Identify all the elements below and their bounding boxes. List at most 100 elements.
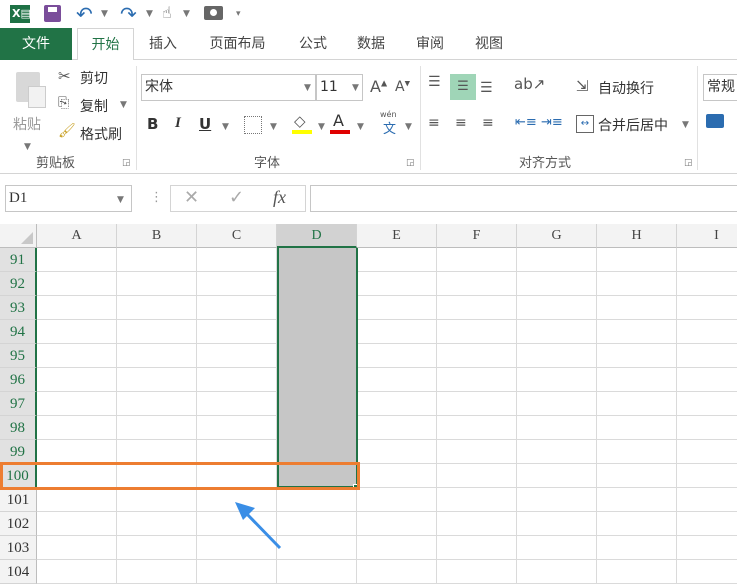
accounting-format-icon[interactable] [706,114,724,128]
font-color-dropdown-icon[interactable]: ▼ [357,122,364,132]
merge-center-button[interactable]: 合并后居中 [598,115,668,135]
align-top-icon[interactable]: ☰ [428,74,441,90]
phonetic-button[interactable]: 文 [383,118,396,137]
customize-icon[interactable]: ▾ [236,9,241,19]
underline-button[interactable]: U [199,115,211,133]
column-header-f[interactable]: F [437,224,517,248]
increase-indent-icon[interactable]: ⇥≡ [541,115,563,130]
undo-icon[interactable]: ↶ [76,2,93,26]
align-center-icon[interactable]: ≡ [455,115,467,131]
row-header-93[interactable]: 93 [0,296,37,320]
insert-function-icon[interactable]: fx [273,187,286,208]
alignment-launcher-icon[interactable]: ◲ [684,158,693,168]
row-gridline [37,319,737,320]
tab-file[interactable]: 文件 [0,28,72,60]
cancel-icon[interactable]: ✕ [184,187,199,208]
tab-insert[interactable]: 插入 [140,28,186,60]
increase-font-icon[interactable]: A▲ [370,77,387,96]
row-header-98[interactable]: 98 [0,416,37,440]
row-header-95[interactable]: 95 [0,344,37,368]
row-header-97[interactable]: 97 [0,392,37,416]
save-icon[interactable] [44,5,61,22]
orientation-icon[interactable]: ab↗ [514,75,545,93]
clipboard-group-label: 剪贴板 [36,156,76,171]
number-format-select[interactable]: 常规 [703,74,737,101]
font-color-button[interactable]: A [333,111,344,130]
row-header-102[interactable]: 102 [0,512,37,536]
copy-button[interactable]: 复制 [80,96,108,116]
borders-dropdown-icon[interactable]: ▼ [270,122,277,132]
touch-dropdown-icon[interactable]: ▼ [183,9,190,19]
bold-button[interactable]: B [147,115,158,133]
font-name-dropdown-icon[interactable]: ▼ [304,83,311,93]
tab-view[interactable]: 视图 [466,28,512,60]
undo-dropdown-icon[interactable]: ▼ [101,9,108,19]
format-painter-button[interactable]: 格式刷 [80,124,122,144]
paste-dropdown-icon[interactable]: ▼ [24,142,31,152]
ribbon-tabs: 文件 开始 插入 页面布局 公式 数据 审阅 视图 [0,28,737,61]
selected-range-d91-d100[interactable] [277,248,358,488]
spreadsheet-grid[interactable]: ABCDEFGHI 91 92 93 94 95 96 97 98 99 100 101 102 103… [0,224,737,584]
row-header-101[interactable]: 101 [0,488,37,512]
row-header-94[interactable]: 94 [0,320,37,344]
align-right-icon[interactable]: ≡ [482,115,494,131]
row-header-96[interactable]: 96 [0,368,37,392]
font-launcher-icon[interactable]: ◲ [406,158,415,168]
column-header-e[interactable]: E [357,224,437,248]
row-gridline [37,391,737,392]
paste-button[interactable]: 粘贴 [12,68,52,138]
column-header-a[interactable]: A [37,224,117,248]
column-header-h[interactable]: H [597,224,677,248]
clipboard-launcher-icon[interactable]: ◲ [122,158,131,168]
column-header-i[interactable]: I [677,224,737,248]
formula-input[interactable] [310,185,737,212]
row-header-103[interactable]: 103 [0,536,37,560]
formula-bar: D1 ▼ ⋮ ✕ ✓ fx [0,174,737,224]
wrap-text-icon: ⇲ [576,77,589,95]
tab-data[interactable]: 数据 [348,28,394,60]
row-header-99[interactable]: 99 [0,440,37,464]
excel-icon: X▤ [10,5,31,23]
align-bottom-icon[interactable]: ☰ [480,80,493,96]
align-middle-icon[interactable]: ☰ [450,74,476,100]
alignment-group-label: 对齐方式 [519,156,572,171]
name-box-dropdown-icon[interactable]: ▼ [117,195,124,205]
fill-color-dropdown-icon[interactable]: ▼ [318,122,325,132]
tab-page-layout[interactable]: 页面布局 [200,28,275,60]
column-header-c[interactable]: C [197,224,277,248]
camera-icon[interactable] [204,6,223,20]
ribbon: 粘贴 ▼ ✂ 剪切 ⎘ 复制 ▼ 🖌 格式刷 剪贴板 ◲ 宋体 ▼ 11 ▼ A… [0,60,737,174]
align-left-icon[interactable]: ≡ [428,115,440,131]
copy-dropdown-icon[interactable]: ▼ [120,100,127,110]
tab-formulas[interactable]: 公式 [290,28,336,60]
merge-icon: ↔ [576,115,594,133]
font-color-swatch [330,130,350,134]
select-all-button[interactable] [0,224,37,248]
tab-review[interactable]: 审阅 [407,28,453,60]
enter-icon[interactable]: ✓ [229,187,244,208]
merge-dropdown-icon[interactable]: ▼ [682,120,689,130]
phonetic-dropdown-icon[interactable]: ▼ [405,122,412,132]
column-header-d[interactable]: D [277,224,357,248]
italic-button[interactable]: I [175,115,181,132]
underline-dropdown-icon[interactable]: ▼ [222,122,229,132]
font-name-select[interactable]: 宋体 [141,74,316,101]
wrap-text-button[interactable]: 自动换行 [598,78,654,98]
row-header-91[interactable]: 91 [0,248,37,272]
font-size-dropdown-icon[interactable]: ▼ [352,83,359,93]
column-header-b[interactable]: B [117,224,197,248]
decrease-font-icon[interactable]: A▼ [395,79,410,95]
row-gridline [37,439,737,440]
row-header-92[interactable]: 92 [0,272,37,296]
touch-mode-icon[interactable]: ☝ [162,3,172,22]
column-header-g[interactable]: G [517,224,597,248]
redo-icon[interactable]: ↷ [120,2,137,26]
cut-button[interactable]: 剪切 [80,68,108,88]
redo-dropdown-icon[interactable]: ▼ [146,9,153,19]
tab-home[interactable]: 开始 [77,28,134,61]
borders-icon[interactable] [244,116,262,134]
decrease-indent-icon[interactable]: ⇤≡ [515,115,537,130]
name-box[interactable]: D1 [5,185,132,212]
fill-color-icon[interactable]: ◇ [294,112,306,130]
row-header-104[interactable]: 104 [0,560,37,584]
